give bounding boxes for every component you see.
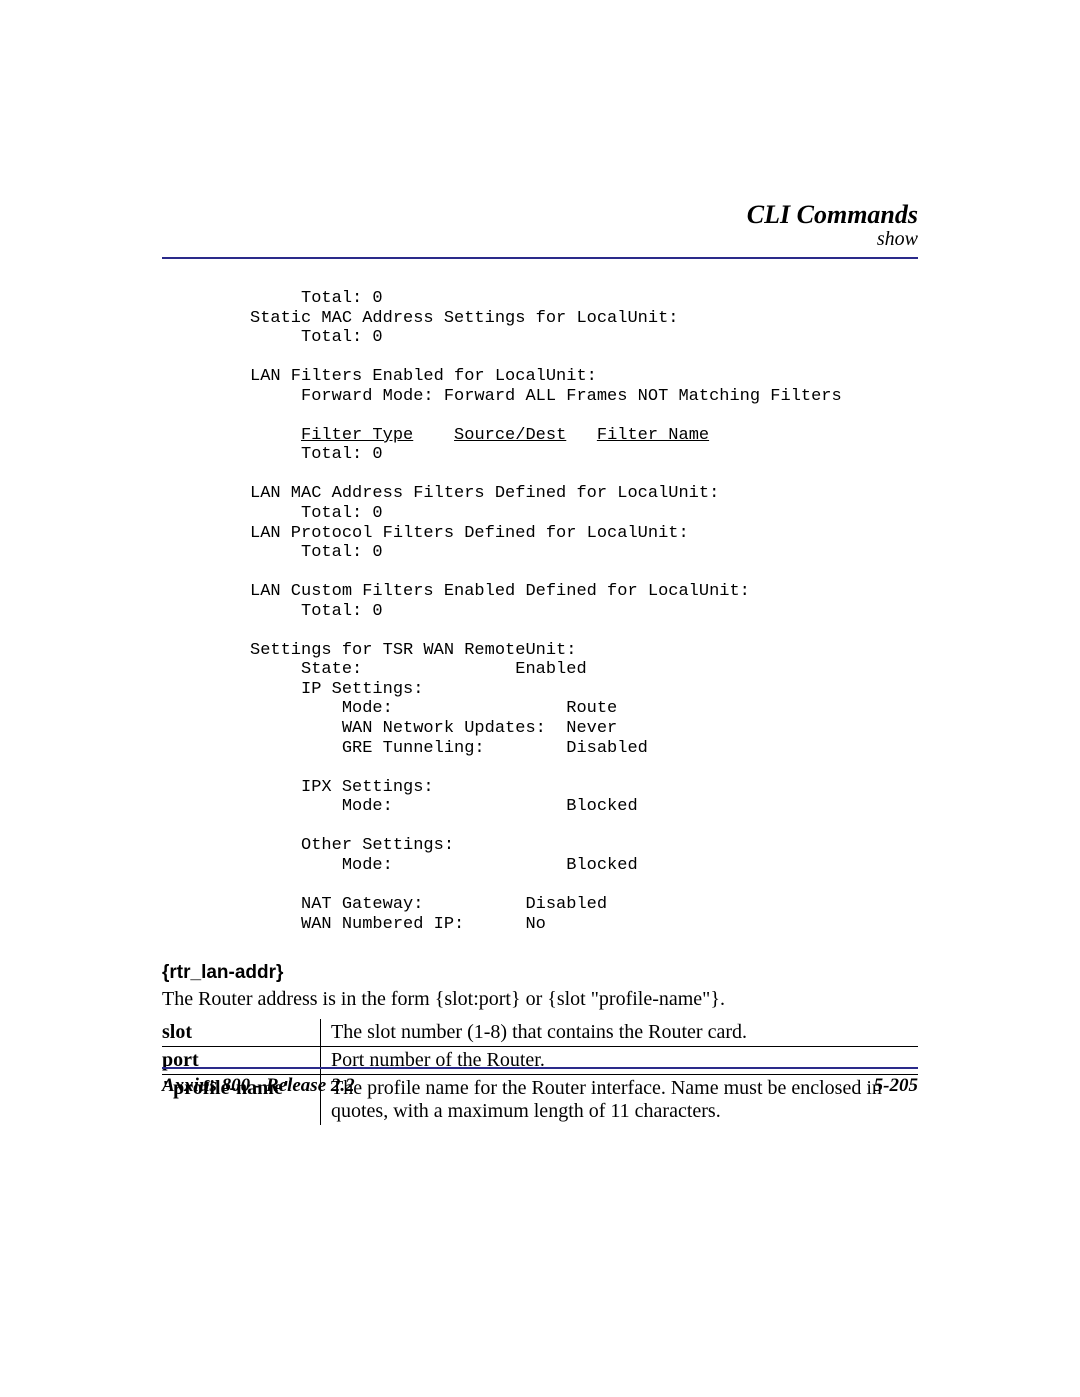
cli-line: Total: 0 bbox=[250, 328, 383, 347]
cli-line: Other Settings: bbox=[250, 836, 454, 855]
page: CLI Commands show Total: 0 Static MAC Ad… bbox=[0, 0, 1080, 1397]
cli-line: LAN MAC Address Filters Defined for Loca… bbox=[250, 484, 719, 503]
cli-line: Total: 0 bbox=[250, 445, 383, 464]
cli-line: Mode: Blocked bbox=[250, 797, 638, 816]
cli-line: Static MAC Address Settings for LocalUni… bbox=[250, 309, 678, 328]
term-slot: slot bbox=[162, 1019, 321, 1047]
cli-line: Forward Mode: Forward ALL Frames NOT Mat… bbox=[250, 387, 842, 406]
section-heading: {rtr_lan-addr} bbox=[162, 962, 918, 984]
header-title: CLI Commands bbox=[162, 200, 918, 230]
footer-page-number: 5-205 bbox=[874, 1075, 918, 1097]
header-rule bbox=[162, 257, 918, 259]
cli-line: Mode: Route bbox=[250, 699, 617, 718]
cli-line: Mode: Blocked bbox=[250, 856, 638, 875]
header-subtitle: show bbox=[162, 228, 918, 251]
cli-line: Settings for TSR WAN RemoteUnit: bbox=[250, 641, 576, 660]
footer-left: Axxius 800 - Release 2.2 bbox=[162, 1075, 355, 1097]
desc-slot: The slot number (1-8) that contains the … bbox=[321, 1019, 919, 1047]
cli-line: IP Settings: bbox=[250, 680, 423, 699]
section-paragraph: The Router address is in the form {slot:… bbox=[162, 988, 918, 1011]
cli-col-filter-type: Filter Type bbox=[301, 426, 413, 445]
cli-line: NAT Gateway: Disabled bbox=[250, 895, 607, 914]
cli-line: LAN Custom Filters Enabled Defined for L… bbox=[250, 582, 750, 601]
cli-line: State: Enabled bbox=[250, 660, 587, 679]
cli-line: GRE Tunneling: Disabled bbox=[250, 739, 648, 758]
cli-line: Total: 0 bbox=[250, 289, 383, 308]
page-footer: Axxius 800 - Release 2.2 5-205 bbox=[162, 1067, 918, 1097]
cli-line: Total: 0 bbox=[250, 602, 383, 621]
cli-line: IPX Settings: bbox=[250, 778, 434, 797]
table-row: slot The slot number (1-8) that contains… bbox=[162, 1019, 918, 1047]
page-header: CLI Commands show bbox=[162, 200, 918, 251]
cli-line: Total: 0 bbox=[250, 504, 383, 523]
cli-line: LAN Protocol Filters Defined for LocalUn… bbox=[250, 524, 689, 543]
footer-rule bbox=[162, 1067, 918, 1069]
cli-line: WAN Network Updates: Never bbox=[250, 719, 617, 738]
cli-line: LAN Filters Enabled for LocalUnit: bbox=[250, 367, 597, 386]
cli-line: Total: 0 bbox=[250, 543, 383, 562]
cli-line: WAN Numbered IP: No bbox=[250, 915, 546, 934]
cli-output: Total: 0 Static MAC Address Settings for… bbox=[250, 289, 918, 934]
cli-col-source-dest: Source/Dest bbox=[454, 426, 566, 445]
cli-col-filter-name: Filter Name bbox=[597, 426, 709, 445]
